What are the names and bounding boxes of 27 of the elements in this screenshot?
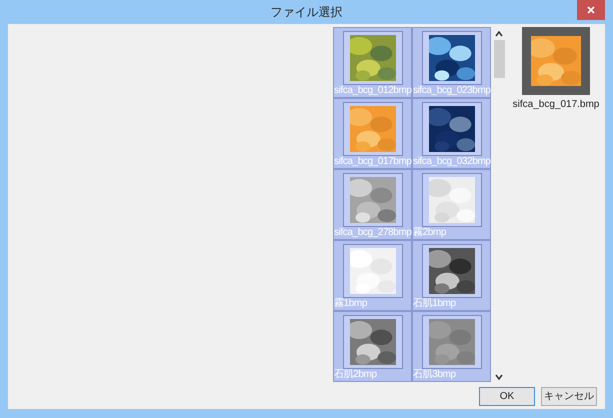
file-name: 石肌3bmp	[413, 369, 456, 381]
thumbnail-item[interactable]: 霧2bmp	[412, 169, 491, 240]
file-name: 石肌2bmp	[334, 369, 377, 381]
ok-button[interactable]: OK	[479, 387, 535, 406]
file-name: 霧2bmp	[413, 227, 446, 239]
close-icon	[587, 6, 595, 14]
thumbnail-item[interactable]: 石肌1bmp	[412, 240, 491, 311]
cancel-button[interactable]: キャンセル	[541, 387, 597, 406]
preview-file-name: sifca_bcg_017.bmp	[512, 98, 600, 112]
scrollbar-thumb[interactable]	[494, 40, 504, 78]
thumbnail-item[interactable]: sifca_bcg_023bmp	[412, 27, 491, 98]
file-name: sifca_bcg_023bmp	[413, 85, 491, 97]
file-name: sifca_bcg_012bmp	[334, 85, 412, 97]
file-name: sifca_bcg_017bmp	[334, 156, 412, 168]
thumbnail-item[interactable]: 霧1bmp	[333, 240, 412, 311]
thumbnail-item[interactable]: sifca_bcg_017bmp	[333, 98, 412, 169]
thumbnail-item[interactable]: sifca_bcg_032bmp	[412, 98, 491, 169]
thumbnail-item[interactable]: sifca_bcg_278bmp	[333, 169, 412, 240]
file-name: 石肌1bmp	[413, 298, 456, 310]
file-name: 霧1bmp	[334, 298, 368, 310]
thumbnail-item[interactable]: sifca_bcg_012bmp	[333, 27, 412, 98]
file-name: sifca_bcg_032bmp	[413, 156, 491, 168]
thumbnail-item[interactable]: 石肌2bmp	[333, 311, 412, 382]
thumbnail-item[interactable]: 石肌3bmp	[412, 311, 491, 382]
window-title: ファイル選択	[270, 4, 342, 21]
close-button[interactable]	[577, 0, 605, 20]
file-name: sifca_bcg_278bmp	[334, 227, 412, 239]
